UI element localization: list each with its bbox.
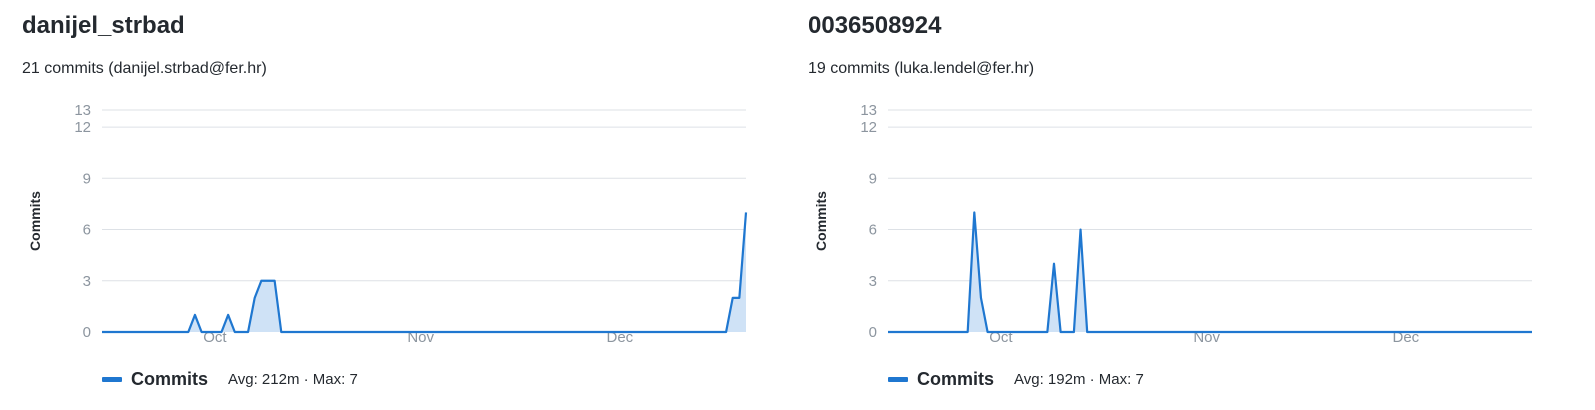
data-point <box>201 331 203 333</box>
legend-series-name: Commits <box>131 368 209 389</box>
data-point <box>274 280 276 282</box>
data-point <box>738 297 740 299</box>
data-point <box>980 297 982 299</box>
data-point <box>967 331 969 333</box>
data-point <box>1066 331 1068 333</box>
legend-stats: Avg: 192m · Max: 7 <box>1014 370 1144 388</box>
data-point <box>234 331 236 333</box>
data-point <box>1073 331 1075 333</box>
data-point <box>1053 263 1055 265</box>
y-tick-label: 6 <box>869 222 877 239</box>
y-tick-label: 13 <box>860 102 877 119</box>
y-tick-label: 9 <box>869 170 877 187</box>
data-point <box>1531 331 1533 333</box>
contributor-panel: 0 3 6 9 12 13 Oct Nov Dec Commits 0036508924 19 c… <box>786 0 1546 410</box>
data-point <box>887 331 889 333</box>
data-point <box>987 331 989 333</box>
legend-stats: Avg: 212m · Max: 7 <box>228 370 358 388</box>
contributor-name[interactable]: 0036508924 <box>808 12 941 40</box>
series-line <box>888 211 1532 334</box>
data-point <box>240 331 242 333</box>
data-point <box>1046 331 1048 333</box>
data-point <box>194 314 196 316</box>
y-tick-label: 13 <box>74 102 91 119</box>
data-point <box>187 331 189 333</box>
series-line <box>102 212 748 334</box>
data-point <box>294 331 296 333</box>
y-tick-label: 0 <box>83 324 91 341</box>
y-tick-label: 6 <box>83 222 91 239</box>
data-point <box>1060 331 1062 333</box>
legend-swatch <box>888 376 908 382</box>
contributor-commit-summary: 19 commits (luka.lendel@fer.hr) <box>808 60 1035 77</box>
data-point <box>254 297 256 299</box>
data-point <box>260 280 262 282</box>
data-point <box>221 331 223 333</box>
chart-legend[interactable]: Commits Avg: 212m · Max: 7 <box>102 366 358 392</box>
y-axis-title: Commits <box>813 191 829 251</box>
legend-swatch <box>102 376 122 382</box>
data-point <box>227 314 229 316</box>
data-point <box>973 211 975 213</box>
data-point <box>287 331 289 333</box>
data-point <box>300 331 302 333</box>
contributor-name[interactable]: danijel_strbad <box>22 12 185 40</box>
y-tick-label: 0 <box>869 324 877 341</box>
data-point <box>732 297 734 299</box>
data-point <box>207 331 209 333</box>
y-tick-label: 12 <box>860 119 877 136</box>
y-tick-label: 3 <box>83 273 91 290</box>
data-point <box>1086 331 1088 333</box>
data-point <box>1080 229 1082 231</box>
chart-legend[interactable]: Commits Avg: 192m · Max: 7 <box>888 366 1144 392</box>
data-point <box>307 331 309 333</box>
y-tick-label: 9 <box>83 170 91 187</box>
data-point <box>247 331 249 333</box>
data-point <box>725 331 727 333</box>
data-point <box>101 331 103 333</box>
data-point <box>745 211 747 213</box>
contributor-panel: 0 3 6 9 12 13 Oct Nov Dec Commits danijel_strbad … <box>0 0 760 410</box>
series-area <box>102 212 746 332</box>
y-tick-label: 12 <box>74 119 91 136</box>
data-point <box>280 331 282 333</box>
y-tick-label: 3 <box>869 273 877 290</box>
contributor-commit-summary: 21 commits (danijel.strbad@fer.hr) <box>22 60 267 77</box>
legend-series-name: Commits <box>917 368 995 389</box>
data-point <box>267 280 269 282</box>
data-point <box>214 331 216 333</box>
y-axis-title: Commits <box>27 191 43 251</box>
